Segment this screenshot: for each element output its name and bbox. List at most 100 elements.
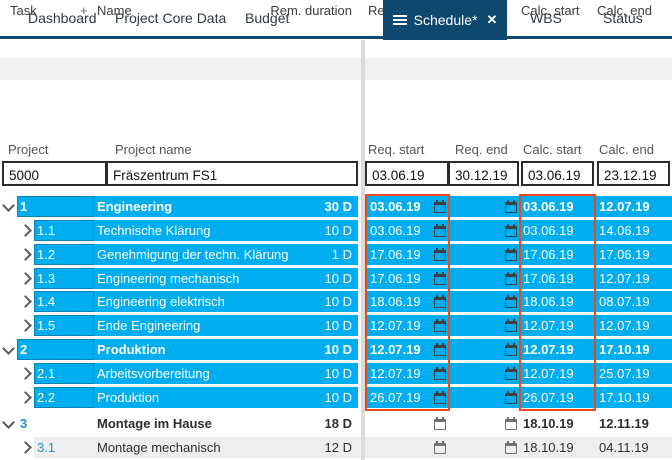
task-calc-end[interactable]: 25.07.19: [599, 363, 650, 384]
project-name-field[interactable]: Fräszentrum FS1: [106, 161, 358, 186]
calendar-icon[interactable]: [434, 345, 446, 356]
task-calc-end[interactable]: 12.07.19: [599, 268, 650, 289]
task-name[interactable]: Genehmigung der techn. Klärung: [97, 244, 289, 265]
task-calc-end[interactable]: 17.10.19: [599, 339, 650, 360]
task-row[interactable]: 2 Produktion 10 D 12.07.19 12.07.19 17.10.19: [0, 339, 672, 360]
task-req-start[interactable]: 18.06.19: [370, 291, 421, 312]
chevron-right-icon[interactable]: [19, 295, 32, 308]
task-rem-duration[interactable]: 10 D: [325, 268, 352, 289]
task-number[interactable]: 1.5: [37, 315, 55, 336]
task-calc-end[interactable]: 17.06.19: [599, 244, 650, 265]
task-name[interactable]: Produktion: [97, 339, 166, 360]
task-number[interactable]: 2.2: [37, 387, 55, 408]
task-rem-duration[interactable]: 10 D: [325, 291, 352, 312]
task-number[interactable]: 3: [20, 413, 27, 434]
calendar-icon[interactable]: [434, 202, 446, 213]
calendar-icon[interactable]: [434, 226, 446, 237]
chevron-right-icon[interactable]: [19, 224, 32, 237]
calendar-icon[interactable]: [434, 369, 446, 380]
chevron-down-icon[interactable]: [2, 416, 15, 429]
calendar-icon[interactable]: [505, 345, 517, 356]
calendar-icon[interactable]: [505, 274, 517, 285]
task-number[interactable]: 1.1: [37, 220, 55, 241]
task-calc-start[interactable]: 18.10.19: [523, 437, 574, 458]
task-row[interactable]: 1.4Engineering elektrisch10 D18.06.1918.…: [0, 291, 672, 312]
task-row[interactable]: 2.2Produktion10 D26.07.1926.07.1917.10.1…: [0, 387, 672, 408]
task-calc-start[interactable]: 18.10.19: [523, 413, 574, 434]
task-calc-start[interactable]: 17.06.19: [523, 268, 574, 289]
task-number-cell[interactable]: [17, 196, 94, 217]
chevron-right-icon[interactable]: [19, 391, 32, 404]
task-number[interactable]: 2: [20, 339, 27, 360]
task-row[interactable]: 1.1 Technische Klärung 10 D 03.06.19 03.06.1…: [0, 220, 672, 241]
task-name[interactable]: Engineering elektrisch: [97, 291, 225, 312]
task-req-start[interactable]: 03.06.19: [370, 196, 421, 217]
task-name[interactable]: Montage mechanisch: [97, 437, 221, 458]
task-number[interactable]: 1: [20, 196, 27, 217]
task-calc-end[interactable]: 12.07.19: [599, 196, 650, 217]
calendar-icon[interactable]: [434, 250, 446, 261]
calendar-icon[interactable]: [434, 321, 446, 332]
chevron-right-icon[interactable]: [19, 272, 32, 285]
task-calc-start[interactable]: 18.06.19: [523, 291, 574, 312]
task-rem-duration[interactable]: 12 D: [325, 437, 352, 458]
task-number[interactable]: 1.2: [37, 244, 55, 265]
task-req-start[interactable]: 26.07.19: [370, 387, 421, 408]
task-row[interactable]: 3Montage im Hause18 D18.10.1912.11.19: [0, 413, 672, 434]
task-name[interactable]: Montage im Hause: [97, 413, 212, 434]
task-req-start[interactable]: 12.07.19: [370, 363, 421, 384]
task-rem-duration[interactable]: 30 D: [325, 196, 352, 217]
task-name[interactable]: Ende Engineering: [97, 315, 200, 336]
project-req-start-field[interactable]: 03.06.19: [365, 161, 449, 186]
calendar-icon[interactable]: [434, 297, 446, 308]
chevron-right-icon[interactable]: [19, 367, 32, 380]
task-rem-duration[interactable]: 10 D: [325, 220, 352, 241]
task-name[interactable]: Engineering mechanisch: [97, 268, 239, 289]
task-row[interactable]: 1.5Ende Engineering10 D12.07.1912.07.191…: [0, 315, 672, 336]
chevron-right-icon[interactable]: [19, 441, 32, 454]
task-name[interactable]: Produktion: [97, 387, 159, 408]
task-calc-start[interactable]: 26.07.19: [523, 387, 574, 408]
chevron-right-icon[interactable]: [19, 248, 32, 261]
task-req-start[interactable]: 17.06.19: [370, 244, 421, 265]
chevron-down-icon[interactable]: [2, 199, 15, 212]
task-row[interactable]: 2.1Arbeitsvorbereitung10 D12.07.1912.07.…: [0, 363, 672, 384]
project-calc-end-field[interactable]: 23.12.19: [597, 161, 670, 186]
task-calc-start[interactable]: 17.06.19: [523, 244, 574, 265]
chevron-right-icon[interactable]: [19, 319, 32, 332]
task-rem-duration[interactable]: 10 D: [325, 387, 352, 408]
task-req-start[interactable]: 17.06.19: [370, 268, 421, 289]
calendar-icon[interactable]: [434, 274, 446, 285]
task-calc-end[interactable]: 04.11.19: [599, 437, 649, 458]
calendar-icon[interactable]: [505, 297, 517, 308]
task-calc-start[interactable]: 12.07.19: [523, 339, 574, 360]
calendar-icon[interactable]: [434, 393, 446, 404]
task-row[interactable]: 1.3Engineering mechanisch10 D17.06.1917.…: [0, 268, 672, 289]
task-rem-duration[interactable]: 10 D: [325, 339, 352, 360]
task-number-cell[interactable]: [17, 339, 94, 360]
hamburger-icon[interactable]: [393, 13, 407, 27]
task-req-start[interactable]: 12.07.19: [370, 339, 421, 360]
task-req-start[interactable]: 03.06.19: [370, 220, 421, 241]
project-id-field[interactable]: 5000: [2, 161, 107, 186]
task-calc-end[interactable]: 08.07.19: [599, 291, 650, 312]
calendar-icon[interactable]: [505, 321, 517, 332]
calendar-icon[interactable]: [505, 202, 517, 213]
task-calc-start[interactable]: 12.07.19: [523, 315, 574, 336]
task-row[interactable]: 3.1Montage mechanisch12 D18.10.1904.11.1…: [0, 437, 672, 458]
project-calc-start-field[interactable]: 03.06.19: [521, 161, 594, 186]
task-calc-end[interactable]: 12.11.19: [599, 413, 649, 434]
tab-project-core-data[interactable]: Project Core Data: [115, 0, 226, 36]
calendar-icon[interactable]: [505, 226, 517, 237]
task-rem-duration[interactable]: 1 D: [332, 244, 352, 265]
task-calc-start[interactable]: 12.07.19: [523, 363, 574, 384]
task-calc-end[interactable]: 12.07.19: [599, 315, 650, 336]
task-calc-end[interactable]: 14.06.19: [599, 220, 650, 241]
task-req-start[interactable]: 12.07.19: [370, 315, 421, 336]
task-name[interactable]: Technische Klärung: [97, 220, 210, 241]
task-name[interactable]: Engineering: [97, 196, 172, 217]
task-number[interactable]: 2.1: [37, 363, 55, 384]
calendar-icon[interactable]: [505, 443, 517, 454]
task-calc-start[interactable]: 03.06.19: [523, 220, 574, 241]
task-name[interactable]: Arbeitsvorbereitung: [97, 363, 210, 384]
